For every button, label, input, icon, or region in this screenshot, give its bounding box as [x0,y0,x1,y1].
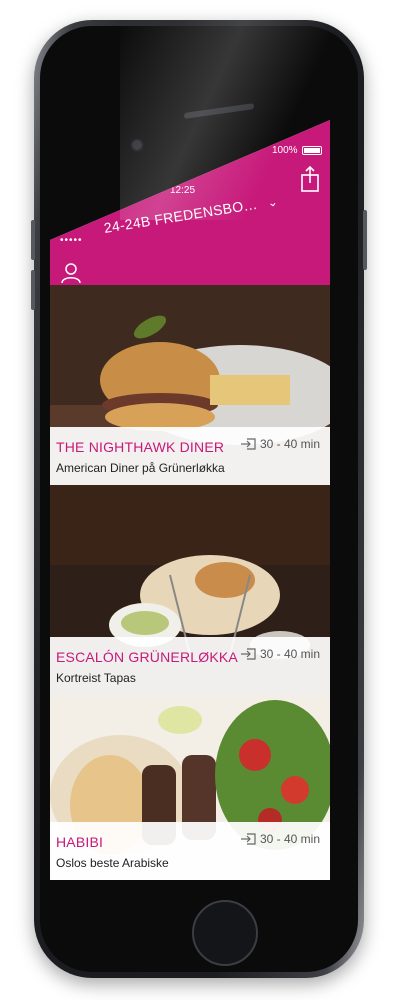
share-icon[interactable] [300,165,320,193]
delivery-icon [240,438,256,450]
restaurant-description: Oslos beste Arabiske [56,856,169,870]
card-info-band [50,637,330,695]
restaurant-card[interactable]: HABIBI Oslos beste Arabiske 30 - 40 min [50,695,330,880]
delivery-time: 30 - 40 min [240,647,320,661]
power-button [363,210,367,270]
app-screen: ••••• 12:25 100% 24-24B FREDENSBO… ⌄ THE… [50,120,330,880]
card-info-band [50,427,330,485]
delivery-time-text: 30 - 40 min [259,647,320,661]
restaurant-card[interactable]: ESCALÓN GRÜNERLØKKA Kortreist Tapas 30 -… [50,485,330,695]
restaurant-name: ESCALÓN GRÜNERLØKKA [56,649,238,665]
restaurant-description: Kortreist Tapas [56,671,136,685]
delivery-time: 30 - 40 min [240,832,320,846]
delivery-time-text: 30 - 40 min [259,832,320,846]
front-camera [130,138,144,152]
volume-button [31,220,35,260]
restaurant-card[interactable]: THE NIGHTHAWK DINER American Diner på Gr… [50,285,330,485]
battery-percent: 100% [272,145,298,156]
delivery-time-text: 30 - 40 min [259,437,320,451]
delivery-icon [240,648,256,660]
restaurant-name: THE NIGHTHAWK DINER [56,439,225,455]
user-icon[interactable] [60,262,82,284]
card-info-band [50,822,330,880]
chevron-down-icon: ⌄ [266,194,279,211]
restaurant-description: American Diner på Grünerløkka [56,461,225,475]
battery-icon [302,146,322,155]
home-button[interactable] [192,900,258,966]
delivery-time: 30 - 40 min [240,437,320,451]
restaurant-name: HABIBI [56,834,104,850]
volume-button [31,270,35,310]
delivery-icon [240,833,256,845]
signal-indicator: ••••• [60,235,83,246]
